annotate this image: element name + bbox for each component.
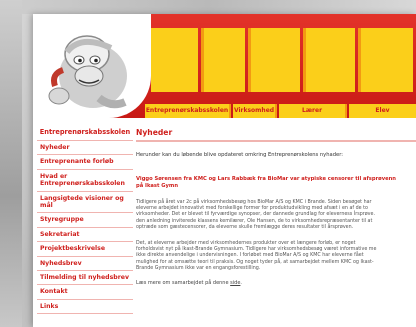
news-headline-line[interactable]: Viggo Sørensen fra KMC og Lars Rabbæk fr… [136,176,416,183]
logo-area [33,14,151,118]
site-header: Entreprenørskabsskolen Virksomhed Lærer … [33,14,416,118]
mascot-logo-icon[interactable] [41,24,137,114]
main-content: Nyheder Herunder kan du løbende blive op… [136,128,416,286]
paragraph-line: optræde som gæstecensorer, da eleverne s… [136,224,354,230]
sidebar-item-entreprenante-forlob[interactable]: Entreprenante forløb [37,155,133,170]
yellow-panel [248,28,300,92]
news-paragraph: Tidligere på året var 2c på virksomhedsb… [136,200,416,231]
background-top-strip [0,0,416,14]
news-paragraph: Det, at eleverne arbejder med virksomhed… [136,241,416,272]
page-title: Nyheder [136,128,416,142]
yellow-panel [303,28,355,92]
sidebar-item-hvad-er[interactable]: Hvad er Entreprenørskabsskolen [37,170,133,192]
web-page: Entreprenørskabsskolen Virksomhed Lærer … [33,14,416,327]
yellow-panel [201,28,245,92]
header-yellow-panels [151,28,413,92]
sidebar-title[interactable]: Entreprenørskabsskolen [37,128,133,141]
sidebar-item-projektbeskrivelse[interactable]: Projektbeskrivelse [37,242,133,257]
tab-entreprenorskabsskolen[interactable]: Entreprenørskabsskolen [145,104,231,118]
sidebar-item-nyhedsbrev[interactable]: Nyhedsbrev [37,257,133,272]
sidebar-item-visioner[interactable]: Langsigtede visioner og mål [37,192,133,214]
yellow-panel [358,28,413,92]
sidebar-item-tilmelding[interactable]: Tilmelding til nyhedsbrev [37,271,133,286]
intro-text: Herunder kan du løbende blive opdateret … [136,152,343,158]
background-left-strip [0,0,22,327]
read-more-text: Læs mere om samarbejdet på denne [136,280,229,287]
sidebar-item-links[interactable]: Links [37,300,133,315]
news-headline[interactable]: Viggo Sørensen fra KMC og Lars Rabbæk fr… [136,176,416,190]
sidebar-item-kontakt[interactable]: Kontakt [37,285,133,300]
read-more-link[interactable]: side [230,280,240,286]
sidebar-item-nyheder[interactable]: Nyheder [37,141,133,156]
sidebar: Entreprenørskabsskolen Nyheder Entrepren… [37,128,133,315]
read-more-period: . [240,280,242,287]
tab-laerer[interactable]: Lærer [279,104,347,118]
sidebar-item-sekretariat[interactable]: Sekretariat [37,228,133,243]
yellow-panel [151,28,198,92]
paragraph-line: Brande Gymnasium ikke var en engangsfore… [136,265,261,271]
news-headline-line[interactable]: på Ikast Gymn [136,183,416,190]
paragraph-line: virksomheder. Det er blevet til fyrværdi… [136,212,375,218]
top-navigation: Entreprenørskabsskolen Virksomhed Lærer … [145,104,416,118]
sidebar-item-styregruppe[interactable]: Styregruppe [37,213,133,228]
read-more: Læs mere om samarbejdet på denne side. [136,280,416,286]
tab-elev[interactable]: Elev [349,104,416,118]
tab-virksomhed[interactable]: Virksomhed [233,104,277,118]
